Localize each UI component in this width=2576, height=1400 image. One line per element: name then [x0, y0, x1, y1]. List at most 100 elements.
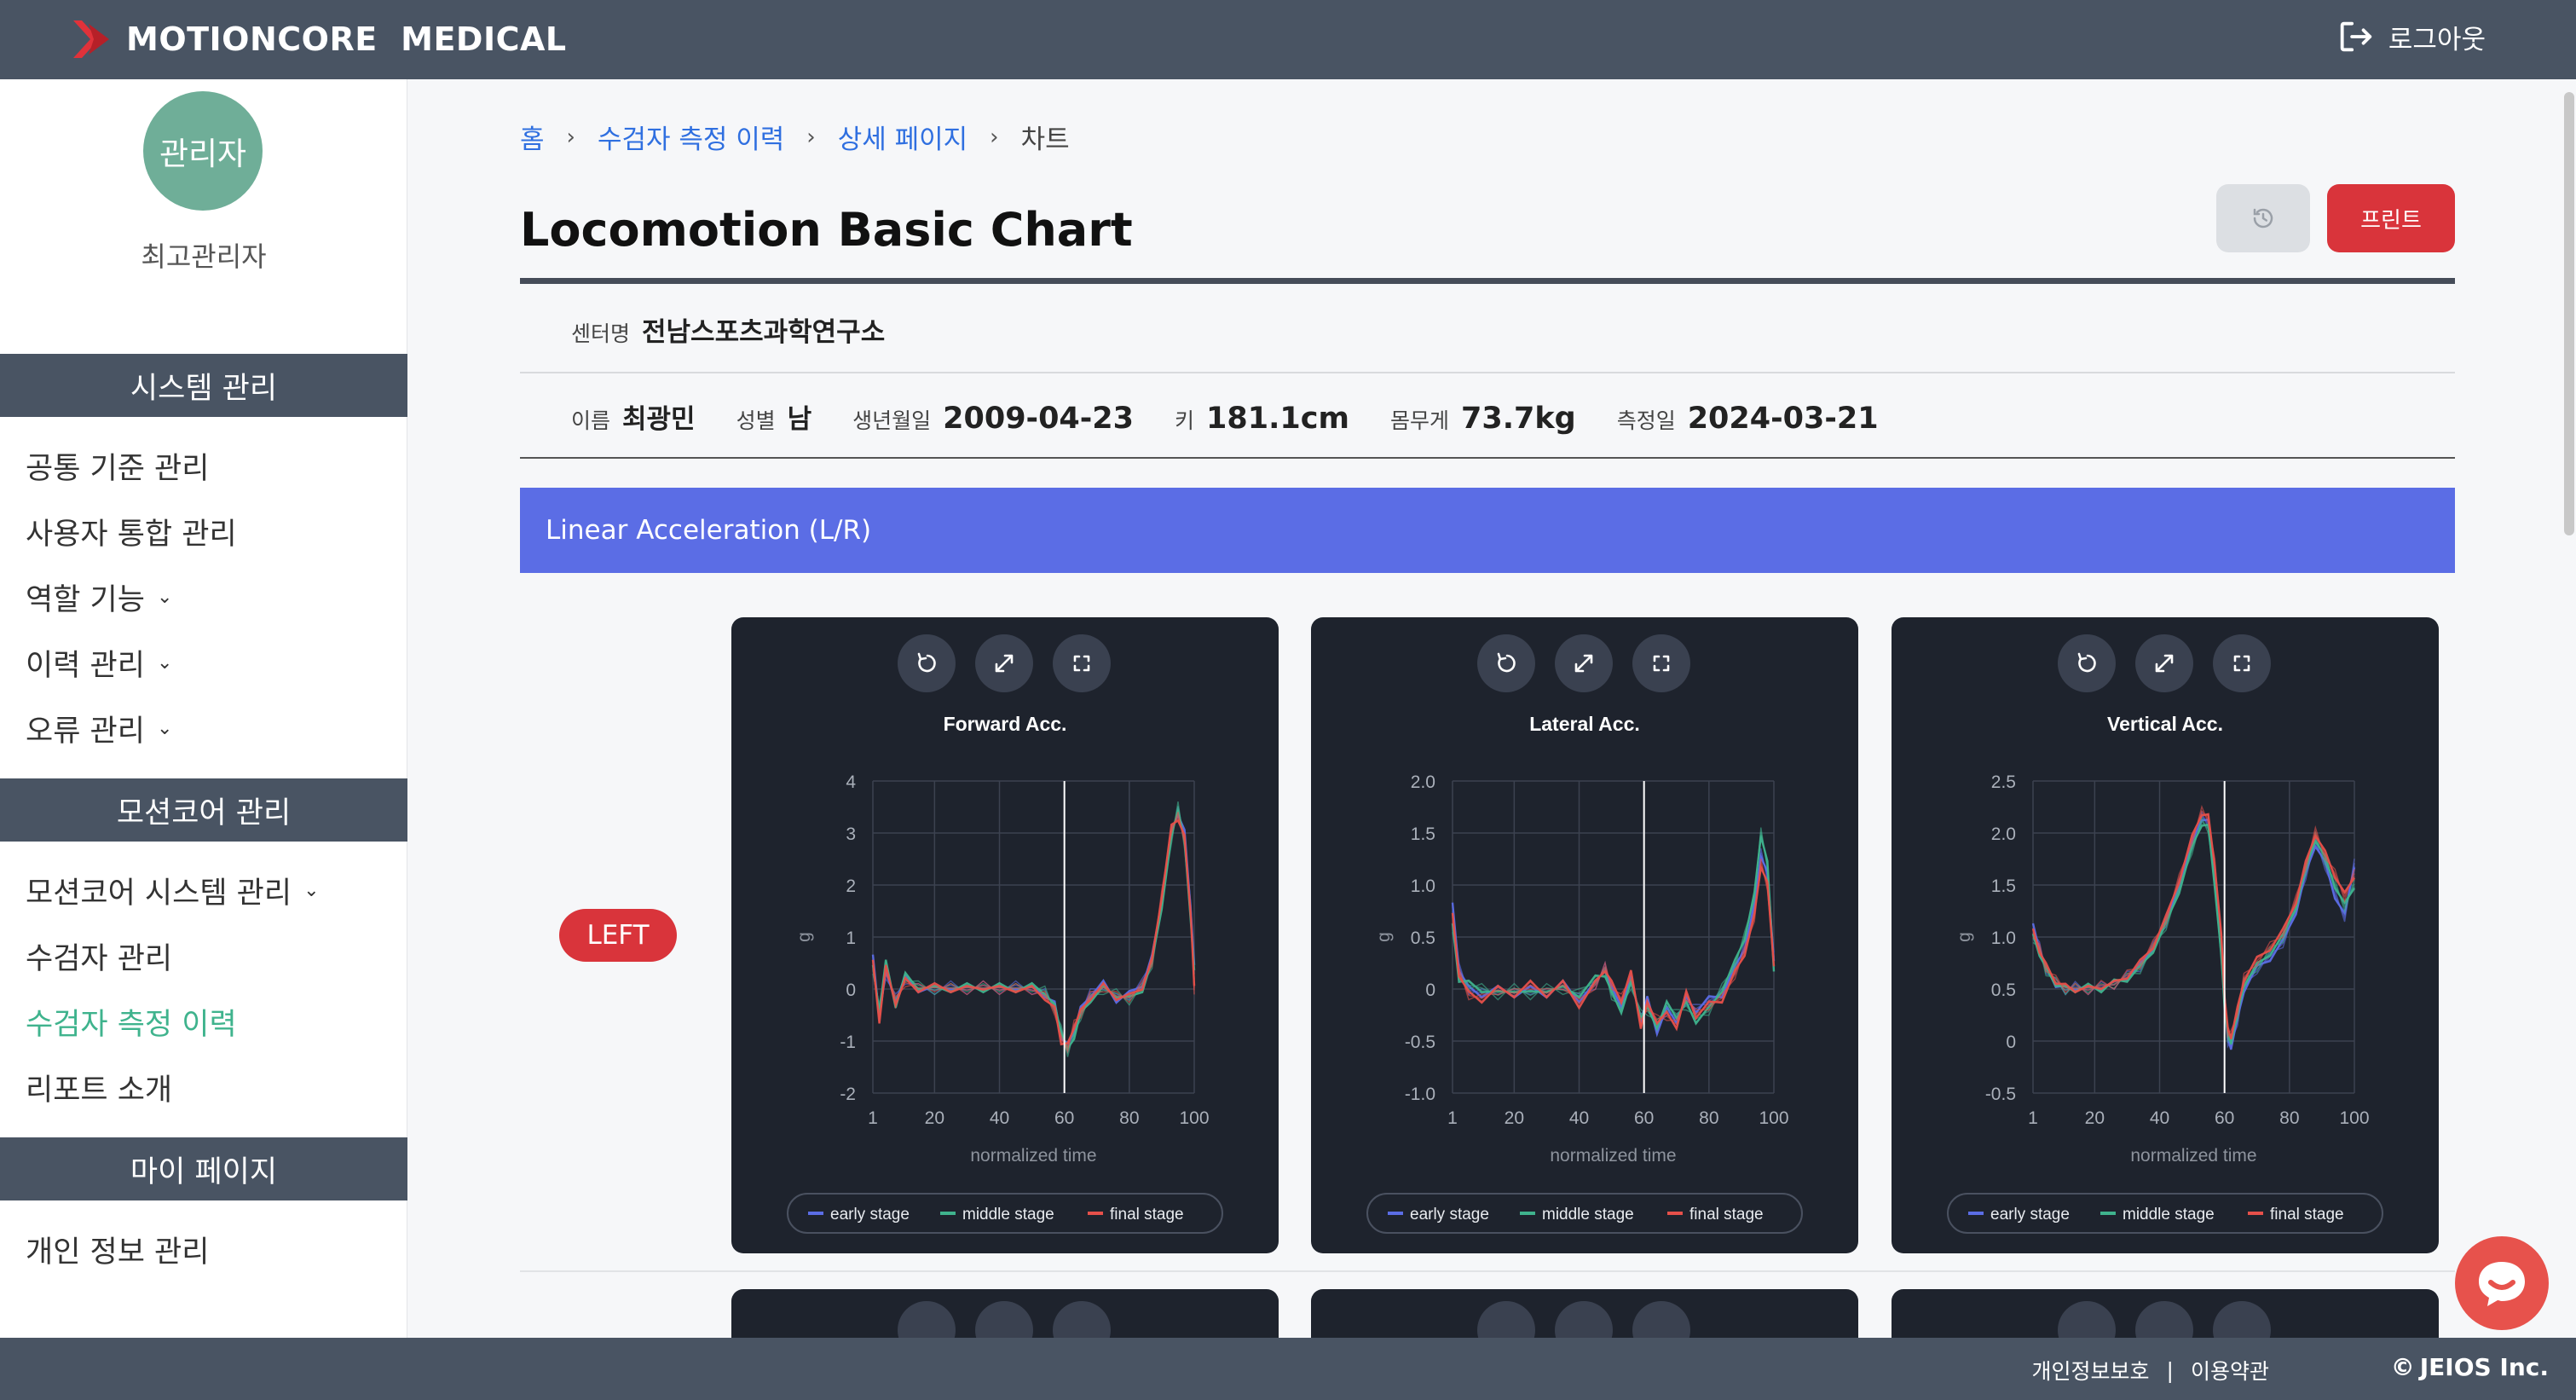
- brand-logo[interactable]: MOTIONCORE MEDICAL: [70, 15, 567, 63]
- x-tick-label: 40: [1569, 1108, 1589, 1128]
- date-value: 2024-03-21: [1687, 402, 1879, 436]
- avatar: 관리자: [143, 91, 263, 211]
- series-line-final-stage: [1452, 865, 1775, 1029]
- x-tick-label: 80: [2279, 1108, 2299, 1128]
- chart-title: Vertical Acc.: [2107, 713, 2223, 735]
- series-line-early-stage: [872, 812, 1195, 1046]
- chevron-down-icon: ⌄: [156, 652, 173, 674]
- height-value: 181.1cm: [1206, 402, 1349, 436]
- reset-zoom-button[interactable]: [898, 634, 956, 692]
- sidebar-item-common-standards[interactable]: 공통 기준 관리: [26, 444, 209, 488]
- expand-button[interactable]: [1555, 634, 1613, 692]
- date-label: 측정일: [1616, 408, 1676, 433]
- legend-item[interactable]: final stage: [1689, 1206, 1764, 1224]
- chat-icon: [2479, 1262, 2525, 1306]
- breadcrumb-history[interactable]: 수검자 측정 이력: [598, 118, 784, 156]
- x-tick-label: 80: [1699, 1108, 1718, 1128]
- user-role: 최고관리자: [141, 240, 267, 273]
- sidebar-item-label: 공통 기준 관리: [26, 452, 210, 486]
- reset-zoom-button[interactable]: [898, 1301, 956, 1340]
- x-tick-label: 60: [1054, 1108, 1074, 1128]
- sidebar-item-role-functions[interactable]: 역할 기능 ⌄: [26, 576, 172, 619]
- print-button[interactable]: 프린트: [2327, 184, 2455, 252]
- sidebar-item-examinee[interactable]: 수검자 관리: [26, 934, 172, 978]
- sidebar-item-personal-info[interactable]: 개인 정보 관리: [26, 1228, 209, 1271]
- expand-button[interactable]: [975, 1301, 1033, 1340]
- logout-icon: [2340, 21, 2372, 52]
- y-tick-label: 0: [1425, 981, 1435, 1000]
- y-tick-label: 2.0: [1991, 824, 2016, 844]
- x-tick-label: 20: [2085, 1108, 2105, 1128]
- reset-button[interactable]: [2216, 184, 2310, 252]
- sidebar-item-motioncore-system[interactable]: 모션코어 시스템 관리 ⌄: [26, 869, 320, 912]
- y-axis-label: g: [794, 932, 814, 942]
- name-label: 이름: [571, 408, 611, 433]
- y-tick-label: 0: [846, 981, 856, 1000]
- series-line-middle-stage: [872, 806, 1195, 1055]
- series-line-final-stage: [872, 812, 1195, 1054]
- x-tick-label: 60: [2215, 1108, 2234, 1128]
- sidebar-item-user-management[interactable]: 사용자 통합 관리: [26, 510, 237, 553]
- series-line-final-stage: [872, 818, 1195, 1045]
- history-icon: [2253, 208, 2273, 229]
- series-line-final-stage: [871, 819, 1196, 1046]
- chat-button[interactable]: [2455, 1236, 2549, 1330]
- legend-item[interactable]: final stage: [2270, 1206, 2344, 1224]
- x-tick-label: 40: [2150, 1108, 2169, 1128]
- reset-zoom-button[interactable]: [2058, 634, 2116, 692]
- legend-item[interactable]: final stage: [1110, 1206, 1184, 1224]
- x-axis-label: normalized time: [2130, 1146, 2256, 1166]
- breadcrumb-detail[interactable]: 상세 페이지: [838, 118, 967, 156]
- y-tick-label: -0.5: [1985, 1085, 2016, 1104]
- expand-button[interactable]: [1555, 1301, 1613, 1340]
- fullscreen-button[interactable]: [2213, 634, 2271, 692]
- breadcrumb: 홈 › 수검자 측정 이력 › 상세 페이지 › 차트: [520, 118, 1070, 156]
- sidebar-item-report-intro[interactable]: 리포트 소개: [26, 1066, 172, 1109]
- breadcrumb-home[interactable]: 홈: [520, 118, 545, 156]
- y-tick-label: 1.5: [1991, 876, 2016, 896]
- reset-zoom-button[interactable]: [2058, 1301, 2116, 1340]
- y-tick-label: -0.5: [1405, 1033, 1435, 1052]
- reset-zoom-button[interactable]: [1477, 1301, 1535, 1340]
- weight-label: 몸무게: [1389, 408, 1449, 433]
- series-line-early-stage: [1452, 852, 1775, 1032]
- birth-value: 2009-04-23: [943, 402, 1135, 436]
- expand-button[interactable]: [2135, 1301, 2193, 1340]
- sidebar-item-label: 리포트 소개: [26, 1073, 173, 1108]
- terms-link[interactable]: 이용약관: [2191, 1355, 2269, 1386]
- reset-zoom-button[interactable]: [1477, 634, 1535, 692]
- legend-item[interactable]: middle stage: [1542, 1206, 1634, 1224]
- x-axis-label: normalized time: [1550, 1146, 1676, 1166]
- series-line-middle-stage: [872, 808, 1195, 1051]
- chart-card-partial: [731, 1289, 1279, 1340]
- expand-button[interactable]: [2135, 634, 2193, 692]
- logout-button[interactable]: 로그아웃: [2336, 17, 2486, 56]
- footer: 개인정보보호 | 이용약관 © JEIOS Inc.: [0, 1338, 2576, 1400]
- y-tick-label: 4: [846, 772, 856, 792]
- chart-card-lateral: Lateral Acc. -1.0 -0.5 0 0.5 1.0 1.5 2.0 1 20 40 60…: [1311, 617, 1858, 1253]
- y-tick-label: 0.5: [1991, 981, 2016, 1000]
- privacy-link[interactable]: 개인정보보호: [2032, 1355, 2150, 1386]
- legend-item[interactable]: middle stage: [2123, 1206, 2215, 1224]
- fullscreen-button[interactable]: [1053, 1301, 1111, 1340]
- info-divider: [520, 372, 2455, 373]
- expand-button[interactable]: [975, 634, 1033, 692]
- series-line-early-stage: [872, 808, 1195, 1050]
- sidebar-item-measurement-history[interactable]: 수검자 측정 이력: [26, 1000, 237, 1044]
- sidebar-item-history[interactable]: 이력 관리 ⌄: [26, 641, 172, 685]
- sidebar-item-errors[interactable]: 오류 관리 ⌄: [26, 707, 172, 750]
- fullscreen-button[interactable]: [2213, 1301, 2271, 1340]
- scrollbar[interactable]: [2564, 92, 2574, 535]
- birth-label: 생년월일: [852, 408, 932, 433]
- fullscreen-button[interactable]: [1632, 634, 1690, 692]
- legend-item[interactable]: early stage: [1990, 1206, 2070, 1224]
- series-line-middle-stage: [871, 809, 1196, 1050]
- y-tick-label: 0.5: [1411, 929, 1435, 948]
- sidebar-item-label: 개인 정보 관리: [26, 1235, 210, 1270]
- legend-item[interactable]: early stage: [1410, 1206, 1489, 1224]
- legend-item[interactable]: early stage: [830, 1206, 910, 1224]
- fullscreen-button[interactable]: [1053, 634, 1111, 692]
- legend-item[interactable]: middle stage: [962, 1206, 1054, 1224]
- fullscreen-button[interactable]: [1632, 1301, 1690, 1340]
- chart-title: Lateral Acc.: [1529, 713, 1640, 735]
